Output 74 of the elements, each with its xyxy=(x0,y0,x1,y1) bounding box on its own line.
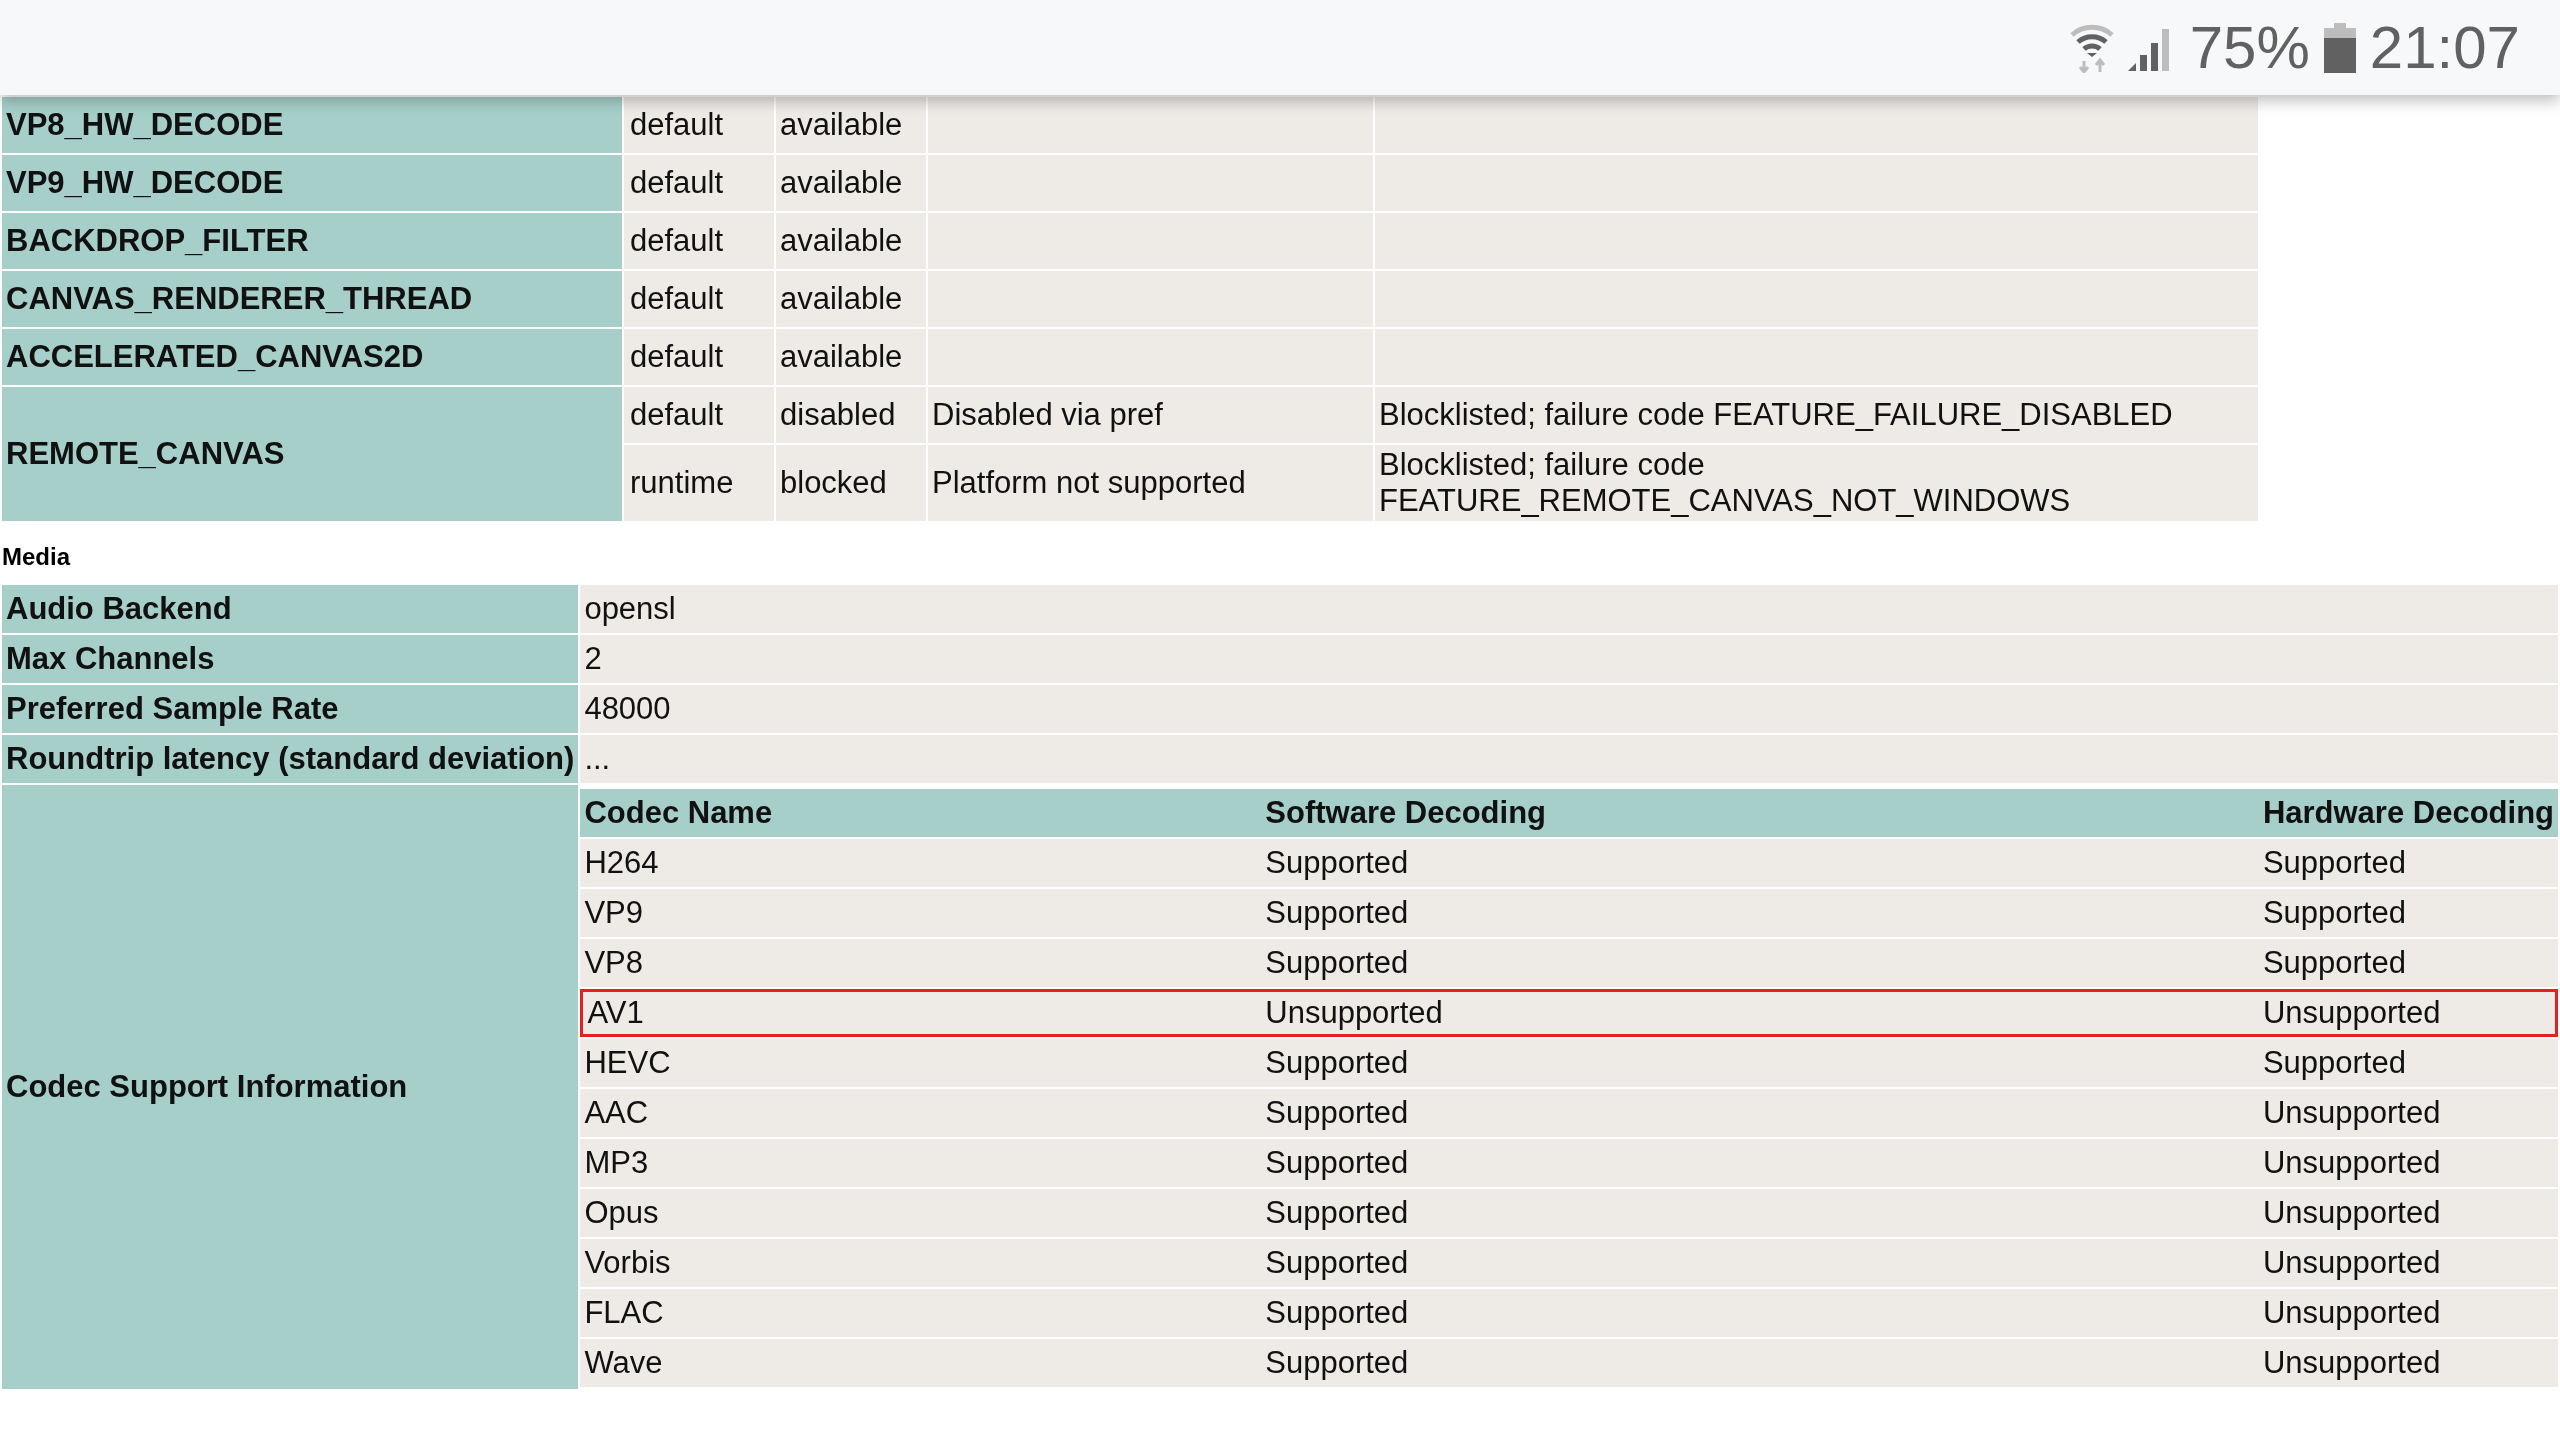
table-cell: disabled xyxy=(776,387,926,443)
table-cell: Platform not supported xyxy=(928,445,1373,521)
feature-name: REMOTE_CANVAS xyxy=(2,387,622,521)
table-cell: Unsupported xyxy=(2258,1189,2558,1237)
row-label: Audio Backend xyxy=(2,585,579,633)
table-cell: default xyxy=(624,155,774,211)
table-cell: Supported xyxy=(1261,1339,2259,1387)
table-cell: Supported xyxy=(2258,1039,2558,1087)
feature-name: BACKDROP_FILTER xyxy=(2,213,622,269)
row-label: Preferred Sample Rate xyxy=(2,685,579,733)
table-cell: Supported xyxy=(1261,1239,2259,1287)
table-cell: Wave xyxy=(580,1339,1262,1387)
section-heading: Media xyxy=(1,542,72,572)
table-cell: AV1 xyxy=(580,989,1262,1037)
table-cell: VP8 xyxy=(580,939,1262,987)
column-header: Software Decoding xyxy=(1261,789,2259,837)
row-label: Codec Support Information xyxy=(2,785,579,1389)
table-cell: Supported xyxy=(2258,839,2558,887)
row-label: Roundtrip latency (standard deviation) xyxy=(2,735,579,783)
feature-name: VP9_HW_DECODE xyxy=(2,155,622,211)
table-cell: Supported xyxy=(1261,1289,2259,1337)
table-cell: Disabled via pref xyxy=(928,387,1373,443)
feature-name: VP8_HW_DECODE xyxy=(2,97,622,153)
table-cell: Unsupported xyxy=(2258,1089,2558,1137)
table-cell: Unsupported xyxy=(2258,1139,2558,1187)
table-cell: Supported xyxy=(1261,889,2259,937)
table-cell: MP3 xyxy=(580,1139,1262,1187)
battery-icon xyxy=(2323,22,2356,73)
table-cell: AAC xyxy=(580,1089,1262,1137)
table-cell: Supported xyxy=(2258,889,2558,937)
table-cell: 2 xyxy=(580,635,2558,683)
row-label: Max Channels xyxy=(2,635,579,683)
table-cell: default xyxy=(624,97,774,153)
table-cell: HEVC xyxy=(580,1039,1262,1087)
column-header: Hardware Decoding xyxy=(2258,789,2558,837)
table-cell: opensl xyxy=(580,585,2558,633)
table-cell: Supported xyxy=(1261,1039,2259,1087)
table-cell: runtime xyxy=(624,445,774,521)
table-cell: Unsupported xyxy=(2258,1239,2558,1287)
table-cell: Supported xyxy=(1261,839,2259,887)
table-cell: Vorbis xyxy=(580,1239,1262,1287)
table-cell: default xyxy=(624,329,774,385)
feature-name: CANVAS_RENDERER_THREAD xyxy=(2,271,622,327)
table-cell: available xyxy=(776,271,926,327)
table-cell: Supported xyxy=(1261,1189,2259,1237)
table-cell: default xyxy=(624,213,774,269)
table-cell: Supported xyxy=(1261,939,2259,987)
table-cell: Supported xyxy=(1261,1089,2259,1137)
table-cell: Unsupported xyxy=(2258,1289,2558,1337)
table-cell: available xyxy=(776,97,926,153)
table-cell: default xyxy=(624,271,774,327)
table-cell: Blocklisted; failure code FEATURE_FAILURE_DISABLED xyxy=(1375,387,2258,443)
table-cell: Unsupported xyxy=(1261,989,2259,1037)
wifi-icon xyxy=(2069,22,2114,73)
table-cell: available xyxy=(776,329,926,385)
feature-name: ACCELERATED_CANVAS2D xyxy=(2,329,622,385)
table-cell: Supported xyxy=(2258,939,2558,987)
table-cell: available xyxy=(776,155,926,211)
clock-time: 21:07 xyxy=(2369,17,2520,78)
table-cell: Unsupported xyxy=(2258,1339,2558,1387)
table-cell: 48000 xyxy=(580,685,2558,733)
table-cell: Blocklisted; failure code FEATURE_REMOTE_CANVAS_NOT_WINDOWS xyxy=(1375,445,2258,521)
table-cell: VP9 xyxy=(580,889,1262,937)
table-cell: Opus xyxy=(580,1189,1262,1237)
table-cell: ... xyxy=(580,735,2558,783)
table-cell: default xyxy=(624,387,774,443)
table-cell: FLAC xyxy=(580,1289,1262,1337)
table-cell: available xyxy=(776,213,926,269)
column-header: Codec Name xyxy=(580,789,1262,837)
table-cell: H264 xyxy=(580,839,1262,887)
table-cell: Supported xyxy=(1261,1139,2259,1187)
table-cell: blocked xyxy=(776,445,926,521)
battery-percent: 75% xyxy=(2189,17,2310,78)
table-cell: Unsupported xyxy=(2258,989,2558,1037)
